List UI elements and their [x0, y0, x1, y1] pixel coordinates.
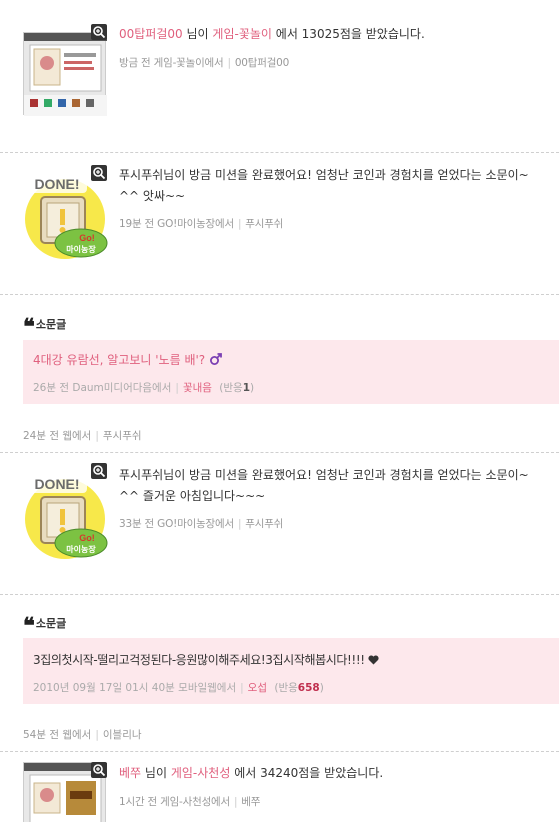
meta-time[interactable]: 1시간 전 게임-사천성에서 [119, 796, 230, 808]
reply-label: 반응 [223, 382, 243, 394]
feed-item-game-score: 00탑퍼걸00 님이 게임-꽃놀이 에서 13025점을 받았습니다. 방금 전… [0, 0, 559, 150]
zoom-icon[interactable] [91, 762, 107, 778]
feed-item-mission: DONE! Go! 마이농장 푸시푸쉬님이 방금 미션을 완료했어요! 엄청난 … [0, 153, 559, 293]
farm-label: 마이농장 [66, 244, 96, 254]
footer-user[interactable]: 푸시푸쉬 [103, 430, 142, 442]
meta-user[interactable]: 베쭈 [241, 796, 260, 808]
male-icon [209, 352, 223, 369]
activity-text: 00탑퍼걸00 님이 게임-꽃놀이 에서 13025점을 받았습니다. [119, 24, 539, 44]
feed-item-game-score: 베쭈 님이 게임-사천성 에서 34240점을 받았습니다. 1시간 전 게임-… [0, 752, 559, 822]
meta-user[interactable]: 오섭 [248, 682, 267, 694]
quote-text-content[interactable]: 3집의첫시작-떨리고걱정된다-응원많이해주세요!3집시작해봅시다!!!! [33, 653, 365, 667]
item-meta: 방금 전 게임-꽃놀이에서 | 00탑퍼걸00 [119, 57, 290, 69]
divider [0, 594, 559, 595]
meta-user[interactable]: 푸시푸쉬 [245, 218, 283, 230]
done-label: DONE! [34, 176, 79, 192]
activity-text: 푸시푸쉬님이 방금 미션을 완료했어요! 엄청난 코인과 경험치를 얻었다는 소… [119, 468, 529, 503]
done-label: DONE! [34, 476, 79, 492]
zoom-icon[interactable] [91, 24, 107, 40]
done-badge-icon[interactable]: DONE! Go! 마이농장 [23, 473, 108, 559]
activity-text: 푸시푸쉬님이 방금 미션을 완료했어요! 엄청난 코인과 경험치를 얻었다는 소… [119, 168, 529, 203]
reply-count[interactable]: 658 [298, 682, 320, 694]
zoom-icon[interactable] [91, 463, 107, 479]
footer-user[interactable]: 이블리나 [103, 729, 142, 741]
reply-label: 반응 [278, 682, 298, 694]
meta-time[interactable]: 2010년 09월 17일 01시 40분 모바일웹에서 [33, 682, 236, 694]
divider [0, 294, 559, 295]
game-link[interactable]: 게임-사천성 [171, 766, 231, 780]
quote-header-label: 소문글 [35, 617, 67, 630]
go-label: Go! [79, 533, 95, 543]
user-link[interactable]: 베쭈 [119, 766, 141, 780]
go-label: Go! [79, 233, 95, 243]
item-meta: 19분 전 GO!마이농장에서 | 푸시푸쉬 [119, 218, 284, 230]
heart-icon [368, 654, 379, 668]
quote-meta: 26분 전 Daum미디어다음에서 | 꽃내음 (반응1) [33, 382, 255, 394]
game-thumbnail[interactable] [23, 32, 107, 116]
meta-time[interactable]: 33분 전 GO!마이농장에서 [119, 518, 234, 530]
zoom-icon[interactable] [91, 165, 107, 181]
meta-time[interactable]: 26분 전 Daum미디어다음에서 [33, 382, 171, 394]
quote-text[interactable]: 4대강 유람선, 알고보니 '노름 배'? [33, 351, 223, 369]
activity-connector: 님이 [186, 27, 209, 41]
meta-user[interactable]: 꽃내음 [183, 382, 212, 394]
meta-time[interactable]: 19분 전 GO!마이농장에서 [119, 218, 234, 230]
item-meta: 33분 전 GO!마이농장에서 | 푸시푸쉬 [119, 518, 284, 530]
footer-time[interactable]: 24분 전 웹에서 [23, 430, 91, 442]
user-link[interactable]: 00탑퍼걸00 [119, 27, 183, 41]
quote-text-content[interactable]: 4대강 유람선, 알고보니 '노름 배'? [33, 353, 205, 367]
activity-result: 에서 34240점을 받았습니다. [234, 766, 384, 780]
reply-count[interactable]: 1 [243, 382, 250, 394]
footer-time[interactable]: 54분 전 웹에서 [23, 729, 91, 741]
quote-header: ❝ 소문글 [23, 613, 66, 639]
quote-icon: ❝ [23, 613, 35, 639]
farm-label: 마이농장 [66, 544, 96, 554]
meta-user[interactable]: 푸시푸쉬 [245, 518, 283, 530]
done-badge-icon[interactable]: DONE! Go! 마이농장 [23, 173, 108, 259]
meta-time[interactable]: 방금 전 게임-꽃놀이에서 [119, 57, 224, 69]
quote-header-label: 소문글 [35, 318, 67, 331]
feed-item-mission: DONE! Go! 마이농장 푸시푸쉬님이 방금 미션을 완료했어요! 엄청난 … [0, 453, 559, 593]
feed: 00탑퍼걸00 님이 게임-꽃놀이 에서 13025점을 받았습니다. 방금 전… [0, 0, 559, 822]
activity-connector: 님이 [144, 766, 168, 780]
quote-footer: 54분 전 웹에서 | 이블리나 [23, 729, 142, 741]
quote-header: ❝ 소문글 [23, 314, 66, 340]
quote-meta: 2010년 09월 17일 01시 40분 모바일웹에서 | 오섭 (반응658) [33, 682, 324, 694]
activity-text: 베쭈 님이 게임-사천성 에서 34240점을 받았습니다. [119, 763, 539, 783]
meta-user[interactable]: 00탑퍼걸00 [235, 57, 290, 69]
activity-result: 에서 13025점을 받았습니다. [275, 27, 425, 41]
quote-icon: ❝ [23, 314, 35, 340]
quote-footer: 24분 전 웹에서 | 푸시푸쉬 [23, 430, 142, 442]
item-meta: 1시간 전 게임-사천성에서 | 베쭈 [119, 796, 261, 808]
quote-box: 3집의첫시작-떨리고걱정된다-응원많이해주세요!3집시작해봅시다!!!! 201… [23, 638, 559, 704]
quote-text[interactable]: 3집의첫시작-떨리고걱정된다-응원많이해주세요!3집시작해봅시다!!!! [33, 651, 379, 668]
game-link[interactable]: 게임-꽃놀이 [212, 27, 272, 41]
quote-box: 4대강 유람선, 알고보니 '노름 배'? 26분 전 Daum미디어다음에서 |… [23, 340, 559, 404]
